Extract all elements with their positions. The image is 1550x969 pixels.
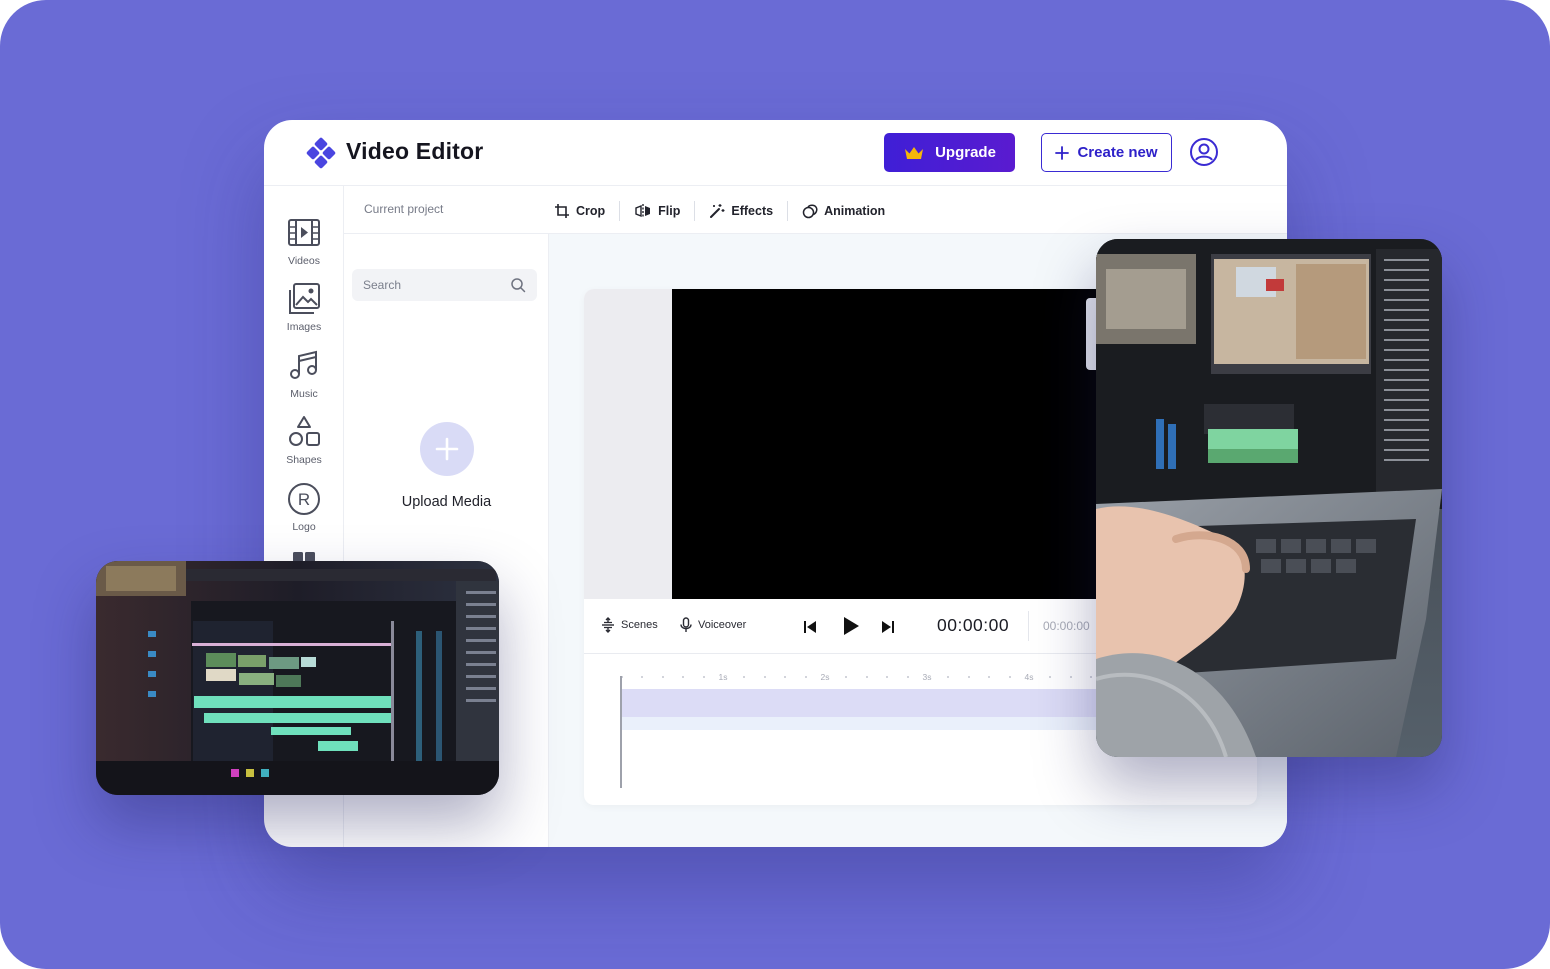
sidebar-label-shapes: Shapes	[286, 454, 322, 466]
timeline-tick-dot	[1049, 676, 1052, 678]
flip-label: Flip	[658, 204, 681, 218]
animation-button[interactable]: Animation	[788, 203, 899, 219]
timeline-tick-dot	[886, 676, 889, 678]
timeline-tick-label: 2s	[820, 672, 830, 682]
voiceover-button[interactable]: Voiceover	[680, 617, 746, 633]
scenes-label: Scenes	[621, 619, 658, 631]
timeline-tick-dot	[682, 676, 685, 678]
timeline-tick-dot	[1069, 676, 1072, 678]
monitor-photo-illustration	[96, 561, 499, 795]
scenes-button[interactable]: Scenes	[601, 617, 658, 633]
timeline-tick-dot	[865, 676, 868, 678]
flip-icon	[635, 204, 651, 218]
app-header: Video Editor Upgrade Create new	[264, 120, 1287, 186]
timeline-tick-dot	[845, 676, 848, 678]
timeline-tick-dot	[784, 676, 787, 678]
film-icon	[288, 219, 320, 246]
sidebar-label-videos: Videos	[288, 255, 320, 267]
timeline-tick-dot	[906, 676, 909, 678]
skip-back-icon[interactable]	[802, 619, 818, 635]
plus-icon	[1055, 145, 1070, 160]
crop-icon	[555, 204, 569, 218]
registered-icon: R	[288, 483, 320, 515]
image-gallery-icon	[289, 283, 320, 314]
shapes-icon	[289, 416, 320, 446]
sidebar-item-videos[interactable]: Videos	[264, 216, 344, 267]
upload-plus-icon	[419, 422, 474, 476]
video-preview[interactable]	[672, 289, 1112, 599]
scenes-icon	[602, 617, 614, 633]
timeline-tick-dot	[743, 676, 746, 678]
skip-forward-icon[interactable]	[880, 619, 896, 635]
upgrade-label: Upgrade	[935, 144, 996, 161]
voiceover-label: Voiceover	[698, 619, 747, 631]
current-project-label: Current project	[364, 202, 444, 216]
timeline-tick-dot	[641, 676, 644, 678]
timeline-tick-dot	[967, 676, 970, 678]
upload-media-button[interactable]: Upload Media	[344, 422, 549, 510]
timeline-tick-dot	[702, 676, 705, 678]
timeline-tick-dot	[947, 676, 950, 678]
timeline-tick-label: 3s	[922, 672, 932, 682]
animation-label: Animation	[824, 204, 886, 218]
effects-button[interactable]: Effects	[695, 203, 787, 219]
create-new-label: Create new	[1077, 144, 1158, 161]
laptop-photo-illustration	[1096, 239, 1442, 757]
total-timecode: 00:00:00	[1043, 619, 1090, 633]
animation-icon	[802, 204, 818, 219]
app-logo-icon	[305, 136, 337, 170]
timeline-tick-dot	[988, 676, 991, 678]
sidebar-label-music: Music	[290, 388, 318, 400]
upload-media-label: Upload Media	[401, 494, 492, 510]
flip-button[interactable]: Flip	[620, 203, 694, 219]
sidebar-item-logo[interactable]: R Logo	[264, 482, 344, 533]
create-new-button[interactable]: Create new	[1041, 133, 1172, 172]
timecode-divider	[1028, 611, 1029, 641]
play-icon[interactable]	[841, 615, 861, 637]
sidebar-item-shapes[interactable]: Shapes	[264, 415, 344, 466]
svg-text:R: R	[298, 490, 310, 509]
editing-monitor-photo	[96, 561, 499, 795]
timeline-tick-dot	[661, 676, 664, 678]
search-input[interactable]	[363, 278, 493, 292]
app-title: Video Editor	[346, 138, 484, 164]
timeline-playhead[interactable]	[620, 676, 622, 788]
sidebar-label-logo: Logo	[292, 521, 316, 533]
current-timecode: 00:00:00	[937, 615, 1010, 635]
timeline-tick-dot	[1090, 676, 1093, 678]
crown-icon	[905, 146, 924, 159]
timeline-tick-dot	[804, 676, 807, 678]
edit-toolbar: Crop Flip Effects Animation	[554, 200, 899, 222]
media-search[interactable]	[352, 269, 537, 301]
user-avatar-icon	[1190, 138, 1218, 166]
crop-label: Crop	[576, 204, 606, 218]
search-icon[interactable]	[510, 277, 526, 293]
timeline-tick-label: 4s	[1024, 672, 1034, 682]
laptop-editing-photo	[1096, 239, 1442, 757]
timeline-tick-label: 1s	[718, 672, 728, 682]
microphone-icon	[680, 617, 692, 632]
magic-wand-icon	[710, 204, 725, 218]
timeline-tick-dot	[763, 676, 766, 678]
sidebar-item-music[interactable]: Music	[264, 349, 344, 400]
crop-button[interactable]: Crop	[554, 203, 619, 219]
timeline-tick-dot	[1008, 676, 1011, 678]
user-profile-button[interactable]	[1189, 137, 1219, 167]
effects-label: Effects	[731, 204, 774, 218]
upgrade-button[interactable]: Upgrade	[884, 133, 1015, 172]
sidebar-label-images: Images	[286, 321, 322, 333]
music-note-icon	[290, 350, 317, 379]
sidebar-item-images[interactable]: Images	[264, 282, 344, 333]
